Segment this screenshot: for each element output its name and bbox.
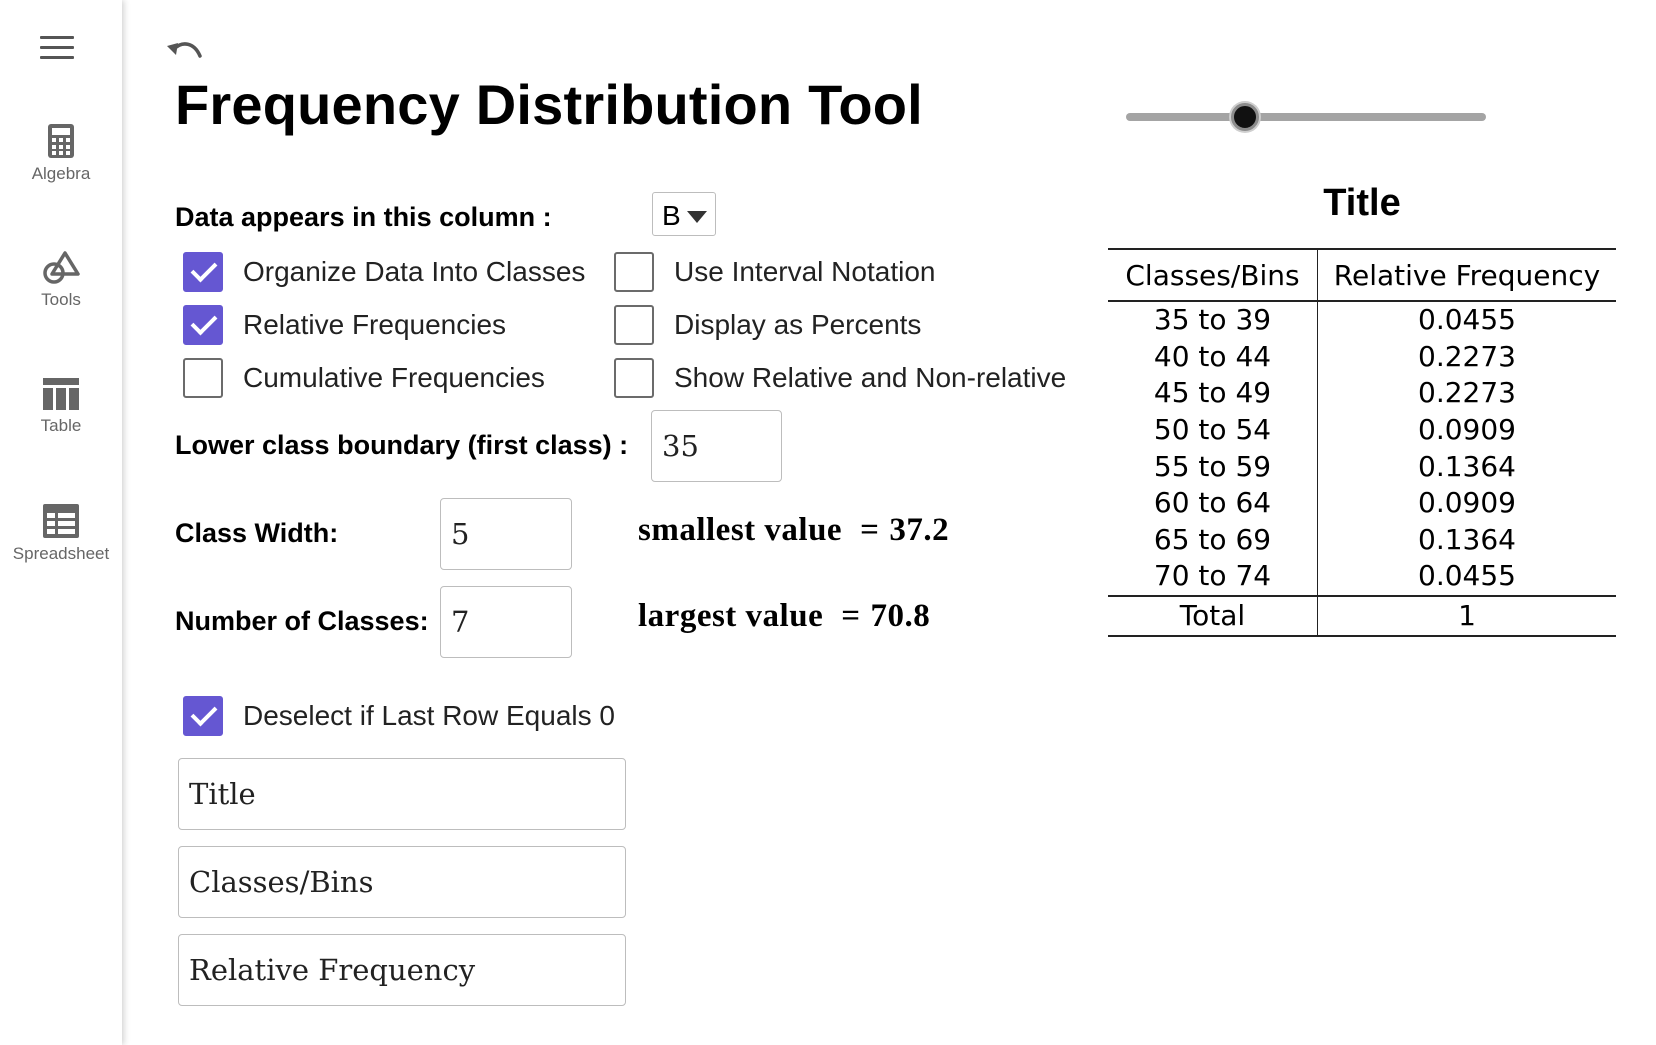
data-column-label: Data appears in this column : bbox=[175, 202, 552, 232]
class-width-input[interactable] bbox=[440, 498, 572, 570]
class-cell: 65 to 69 bbox=[1108, 521, 1318, 559]
smallest-value: 37.2 bbox=[889, 512, 950, 548]
checkbox-label: Use Interval Notation bbox=[674, 256, 936, 287]
spreadsheet-icon bbox=[43, 504, 79, 538]
frequency-cell: 0.0455 bbox=[1418, 303, 1516, 337]
lower-boundary-label: Lower class boundary (first class) : bbox=[175, 430, 629, 460]
num-classes-input[interactable] bbox=[440, 586, 572, 658]
total-value: 1 bbox=[1317, 594, 1616, 637]
table-row: 60 to 64 0.0909 bbox=[1108, 484, 1616, 522]
checkbox-box[interactable] bbox=[614, 252, 654, 292]
sidebar-item-algebra[interactable]: Algebra bbox=[0, 124, 122, 184]
page-title: Frequency Distribution Tool bbox=[175, 73, 923, 136]
checkbox-deselect-last-row[interactable]: Deselect if Last Row Equals 0 bbox=[183, 692, 615, 740]
checkbox-label: Organize Data Into Classes bbox=[243, 256, 586, 287]
equals-sign: = bbox=[860, 512, 880, 548]
menu-icon[interactable] bbox=[40, 36, 74, 62]
sidebar-item-label: Spreadsheet bbox=[12, 544, 110, 563]
checkbox-box[interactable] bbox=[614, 358, 654, 398]
sidebar-item-tools[interactable]: Tools bbox=[0, 250, 122, 310]
column2-header-input[interactable] bbox=[178, 934, 626, 1006]
column-header: Relative Frequency bbox=[1317, 248, 1616, 302]
checkbox-organize-classes[interactable]: Organize Data Into Classes bbox=[183, 248, 585, 296]
checkbox-label: Show Relative and Non-relative bbox=[674, 362, 1067, 393]
sidebar: Algebra Tools Table Spreadsheet bbox=[0, 0, 122, 1045]
class-width-label: Class Width: bbox=[175, 518, 339, 548]
smallest-value-label: smallest value bbox=[638, 512, 843, 548]
checkbox-label: Relative Frequencies bbox=[243, 309, 507, 340]
sidebar-item-label: Tools bbox=[41, 290, 81, 309]
class-cell: 50 to 54 bbox=[1108, 411, 1318, 449]
frequency-cell: 0.0909 bbox=[1418, 413, 1516, 447]
checkbox-label: Cumulative Frequencies bbox=[243, 362, 545, 393]
sidebar-item-table[interactable]: Table bbox=[0, 378, 122, 436]
sidebar-item-label: Algebra bbox=[31, 164, 91, 183]
class-cell: 35 to 39 bbox=[1108, 301, 1318, 339]
frequency-cell: 0.0909 bbox=[1418, 486, 1516, 520]
table-row: 70 to 74 0.0455 bbox=[1108, 558, 1616, 596]
table-row: 35 to 39 0.0455 bbox=[1108, 301, 1616, 339]
largest-value: 70.8 bbox=[870, 598, 931, 634]
largest-value-text: largest value = 70.8 bbox=[638, 598, 930, 635]
class-cell: 40 to 44 bbox=[1108, 338, 1318, 376]
checkbox-label: Display as Percents bbox=[674, 309, 922, 340]
table-title: Title bbox=[1323, 182, 1401, 224]
slider-track bbox=[1126, 113, 1486, 121]
smallest-value-text: smallest value = 37.2 bbox=[638, 512, 949, 549]
table-total-row: Total 1 bbox=[1108, 594, 1616, 637]
calculator-icon bbox=[48, 124, 74, 158]
equals-sign: = bbox=[841, 598, 861, 634]
slider[interactable] bbox=[1126, 100, 1486, 136]
largest-value-label: largest value bbox=[638, 598, 824, 634]
frequency-cell: 0.2273 bbox=[1418, 339, 1516, 373]
sidebar-item-label: Table bbox=[40, 416, 82, 435]
table-row: 45 to 49 0.2273 bbox=[1108, 375, 1616, 412]
slider-thumb[interactable] bbox=[1231, 103, 1260, 131]
frequency-cell: 0.2273 bbox=[1418, 376, 1516, 410]
frequency-cell: 0.0455 bbox=[1418, 559, 1516, 593]
lower-boundary-input[interactable] bbox=[651, 410, 782, 482]
sidebar-item-spreadsheet[interactable]: Spreadsheet bbox=[0, 504, 122, 564]
class-cell: 70 to 74 bbox=[1108, 558, 1318, 596]
table-row: 55 to 59 0.1364 bbox=[1108, 448, 1616, 485]
table-row: 65 to 69 0.1364 bbox=[1108, 521, 1616, 559]
column1-header-input[interactable] bbox=[178, 846, 626, 918]
checkbox-relative-frequencies[interactable]: Relative Frequencies bbox=[183, 301, 506, 349]
checkbox-box[interactable] bbox=[183, 358, 223, 398]
checkbox-display-percents[interactable]: Display as Percents bbox=[614, 301, 921, 349]
shapes-icon bbox=[43, 251, 80, 284]
checkbox-box[interactable] bbox=[183, 305, 223, 345]
column-header: Classes/Bins bbox=[1108, 248, 1318, 302]
undo-icon[interactable] bbox=[166, 40, 204, 62]
class-cell: 60 to 64 bbox=[1108, 484, 1318, 522]
num-classes-label: Number of Classes: bbox=[175, 606, 429, 636]
checkbox-show-relative-nonrelative[interactable]: Show Relative and Non-relative bbox=[614, 354, 1066, 402]
checkbox-box[interactable] bbox=[183, 696, 223, 736]
checkbox-cumulative-frequencies[interactable]: Cumulative Frequencies bbox=[183, 354, 545, 402]
checkbox-label: Deselect if Last Row Equals 0 bbox=[243, 700, 615, 731]
table-icon bbox=[43, 378, 79, 410]
table-row: 50 to 54 0.0909 bbox=[1108, 411, 1616, 449]
data-column-value: B bbox=[662, 200, 681, 231]
frequency-cell: 0.1364 bbox=[1418, 522, 1516, 556]
chevron-down-icon bbox=[687, 211, 707, 223]
table-row: 40 to 44 0.2273 bbox=[1108, 338, 1616, 376]
data-column-dropdown[interactable]: B bbox=[652, 192, 716, 236]
frequency-cell: 0.1364 bbox=[1418, 449, 1516, 483]
total-label: Total bbox=[1108, 594, 1318, 637]
class-cell: 55 to 59 bbox=[1108, 448, 1318, 485]
checkbox-box[interactable] bbox=[614, 305, 654, 345]
checkbox-box[interactable] bbox=[183, 252, 223, 292]
table-header-row: Classes/Bins Relative Frequency bbox=[1108, 248, 1616, 302]
title-input[interactable] bbox=[178, 758, 626, 830]
class-cell: 45 to 49 bbox=[1108, 375, 1318, 412]
checkbox-interval-notation[interactable]: Use Interval Notation bbox=[614, 248, 935, 296]
frequency-table: Classes/Bins Relative Frequency 35 to 39… bbox=[1108, 248, 1616, 637]
